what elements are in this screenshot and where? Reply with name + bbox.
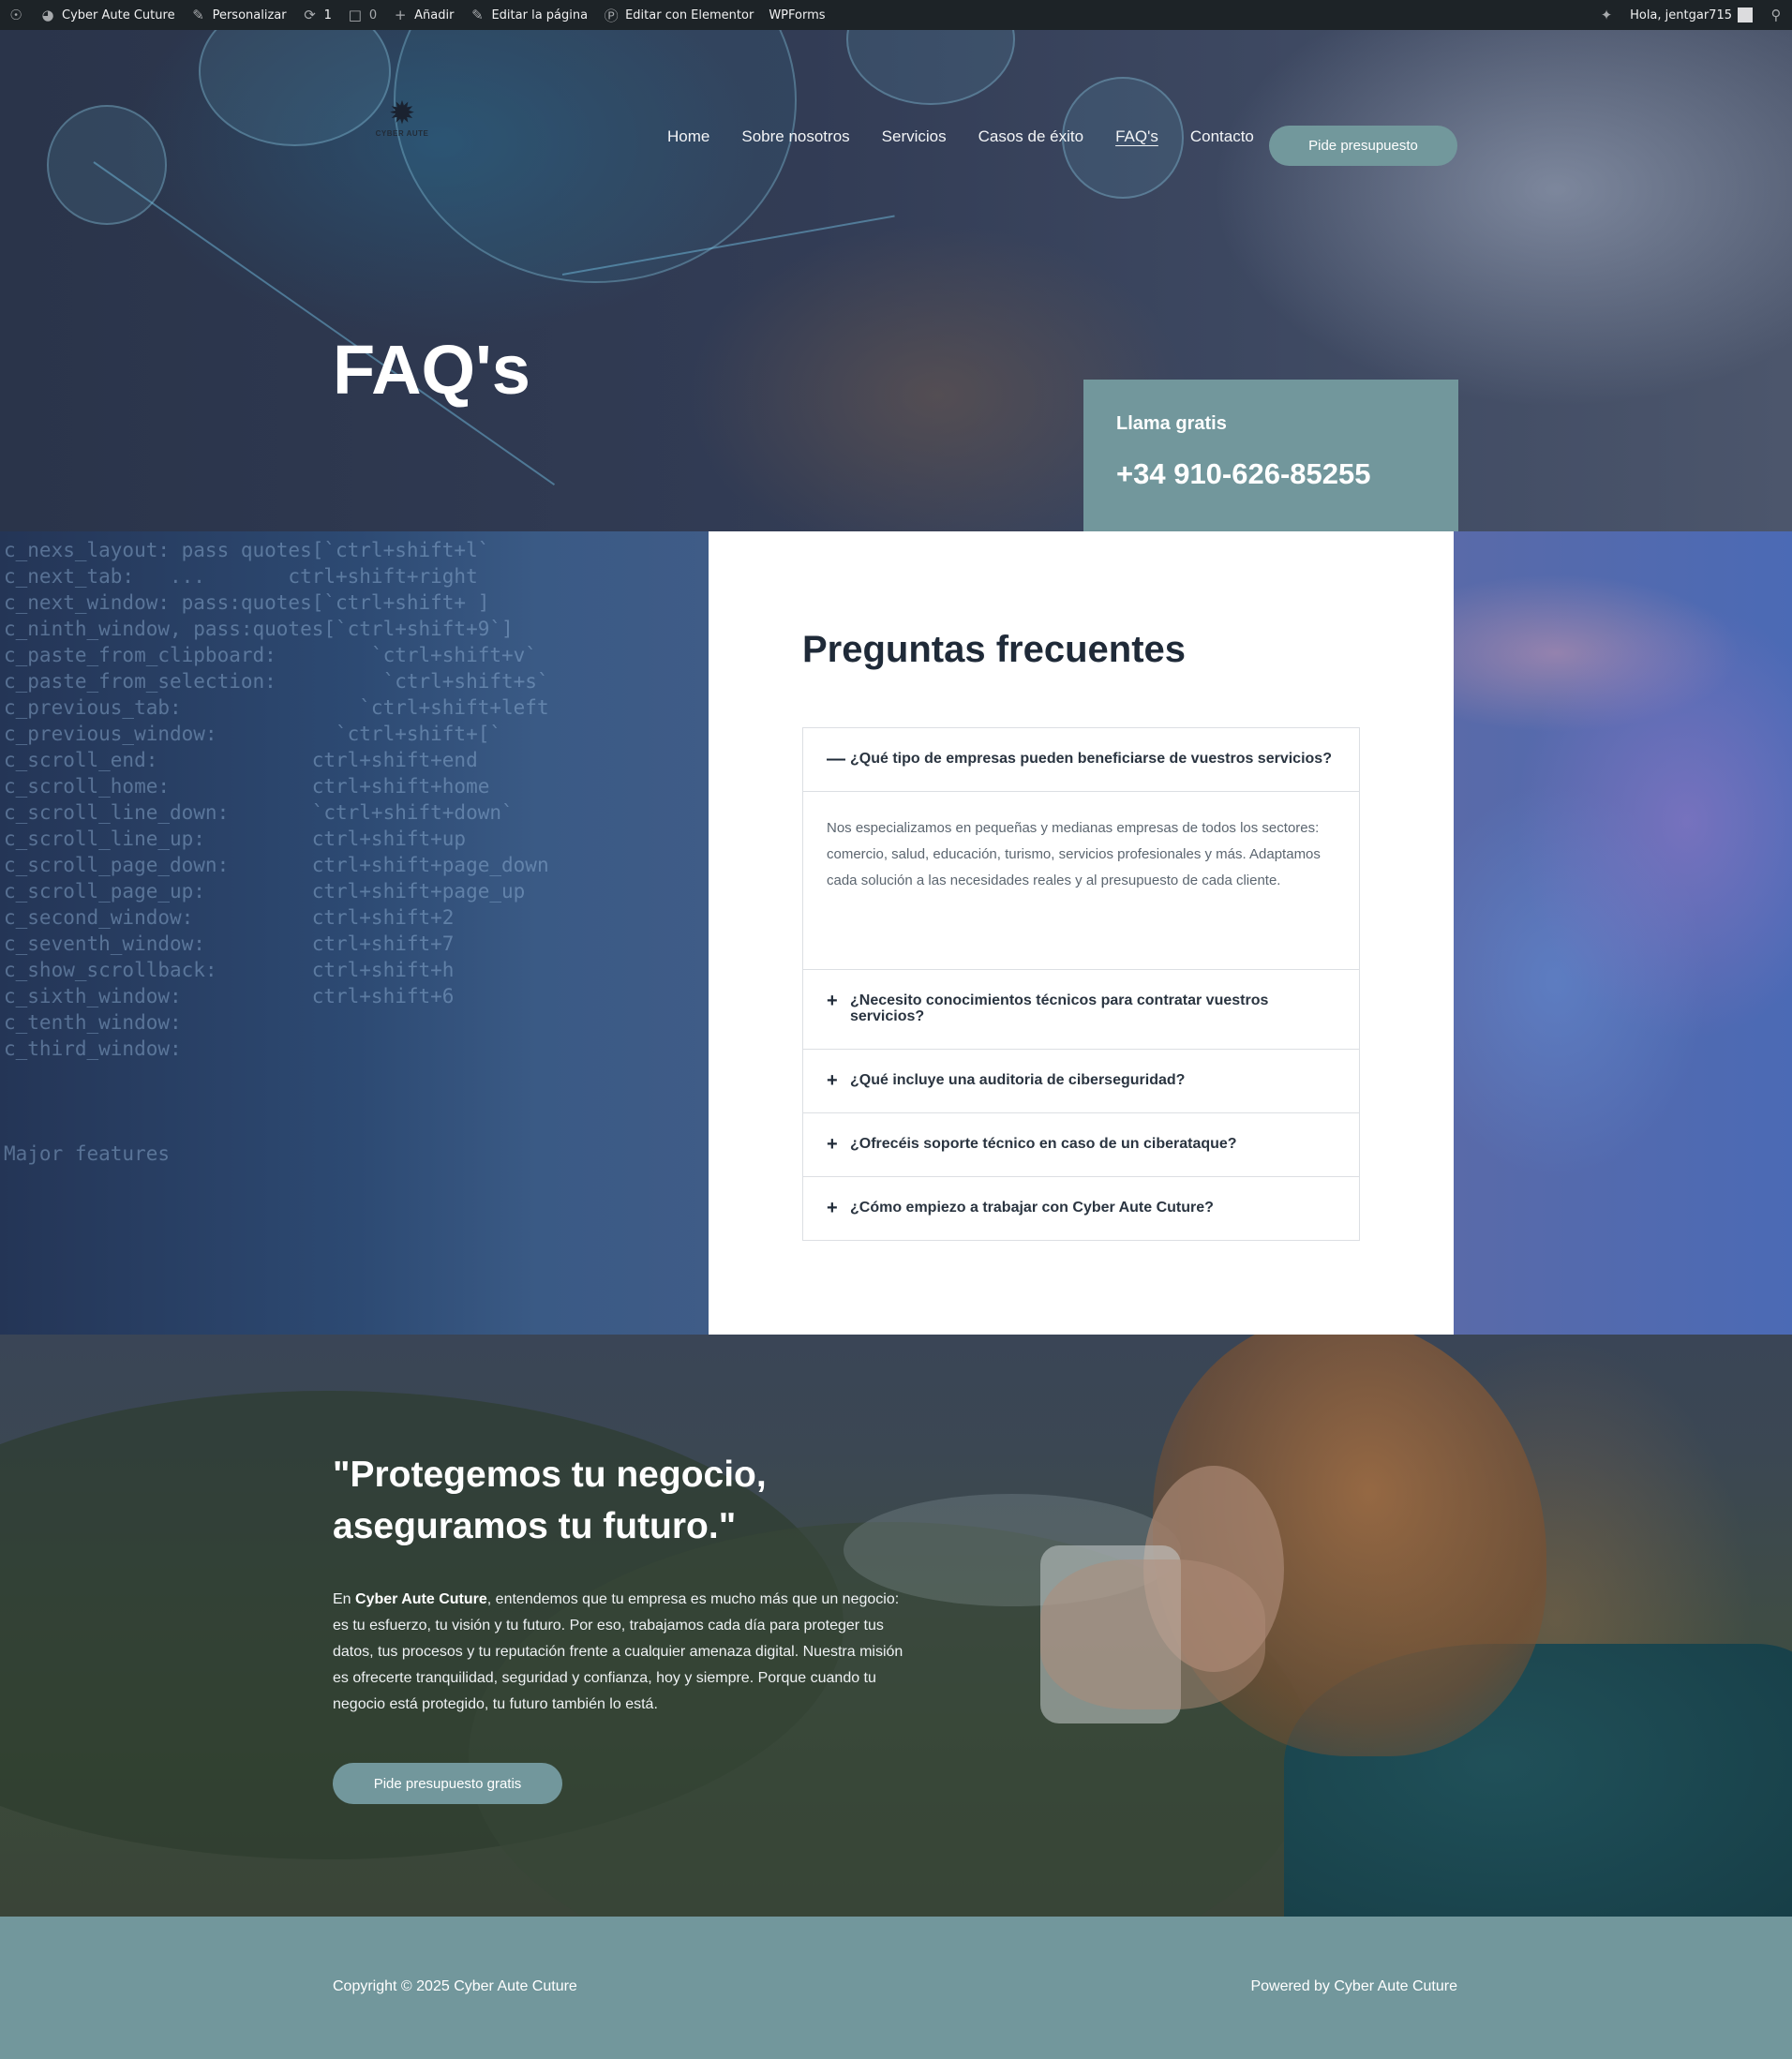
admin-updates[interactable]: ⟳ 1 <box>294 0 339 30</box>
faq-answer: Nos especializamos en pequeñas y mediana… <box>803 791 1359 969</box>
faq-question: ¿Necesito conocimientos técnicos para co… <box>850 992 1269 1024</box>
pencil-icon: ✎ <box>471 7 484 23</box>
copyright-text: Copyright © 2025 Cyber Aute Cuture <box>333 1978 577 1994</box>
faq-question-toggle[interactable]: — ¿Qué tipo de empresas pueden beneficia… <box>803 728 1359 791</box>
nav-home[interactable]: Home <box>667 127 709 146</box>
dashboard-icon: ◕ <box>41 7 54 23</box>
brand-name: Cyber Aute Cuture <box>355 1591 487 1607</box>
hands-decoration <box>1040 1559 1265 1709</box>
footer: Copyright © 2025 Cyber Aute Cuture Power… <box>0 1917 1792 2059</box>
admin-add-new[interactable]: + Añadir <box>384 0 461 30</box>
powered-by-text: Powered by Cyber Aute Cuture <box>1250 1978 1457 1994</box>
faq-item: + ¿Ofrecéis soporte técnico en caso de u… <box>803 1112 1359 1176</box>
page-title: FAQ's <box>333 331 530 409</box>
faq-card: Preguntas frecuentes — ¿Qué tipo de empr… <box>709 531 1454 1335</box>
nav-faqs[interactable]: FAQ's <box>1115 127 1158 146</box>
faq-item: + ¿Cómo empiezo a trabajar con Cyber Aut… <box>803 1176 1359 1240</box>
admin-wpforms[interactable]: WPForms <box>761 0 832 30</box>
plus-icon: + <box>827 991 838 1011</box>
avatar <box>1738 7 1753 22</box>
call-box: Llama gratis +34 910-626-85255 <box>1083 380 1458 531</box>
wordpress-logo-icon[interactable]: ☉ <box>0 0 32 30</box>
faq-accordion: — ¿Qué tipo de empresas pueden beneficia… <box>802 727 1360 1241</box>
faq-section: c_nexs_layout: pass quotes[`ctrl+shift+l… <box>0 531 1792 1335</box>
admin-account[interactable]: Hola, jentgar715 <box>1622 0 1760 30</box>
faq-question-toggle[interactable]: + ¿Qué incluye una auditoria de ciberseg… <box>803 1050 1359 1112</box>
faq-question: ¿Cómo empiezo a trabajar con Cyber Aute … <box>850 1200 1214 1216</box>
admin-comments[interactable]: □ 0 <box>339 0 384 30</box>
main-nav: Home Sobre nosotros Servicios Casos de é… <box>667 127 1286 146</box>
phone-number[interactable]: +34 910-626-85255 <box>1116 457 1458 491</box>
faq-question-toggle[interactable]: + ¿Ofrecéis soporte técnico en caso de u… <box>803 1113 1359 1176</box>
pide-presupuesto-gratis-button[interactable]: Pide presupuesto gratis <box>333 1763 562 1804</box>
globe-icon <box>846 30 1015 105</box>
admin-site-name[interactable]: ◕ Cyber Aute Cuture <box>32 0 183 30</box>
faq-question: ¿Qué incluye una auditoria de cibersegur… <box>850 1072 1186 1088</box>
nav-contacto[interactable]: Contacto <box>1190 127 1254 146</box>
search-icon[interactable]: ⚲ <box>1760 0 1792 30</box>
plus-icon: + <box>827 1134 838 1155</box>
faq-question: ¿Ofrecéis soporte técnico en caso de un … <box>850 1136 1237 1152</box>
nav-casos-de-exito[interactable]: Casos de éxito <box>978 127 1083 146</box>
pide-presupuesto-button[interactable]: Pide presupuesto <box>1269 126 1457 166</box>
admin-edit-page[interactable]: ✎ Editar la página <box>461 0 595 30</box>
faq-item: — ¿Qué tipo de empresas pueden beneficia… <box>803 728 1359 969</box>
logo-emblem-icon: ✹ <box>388 95 416 131</box>
faq-question-toggle[interactable]: + ¿Necesito conocimientos técnicos para … <box>803 970 1359 1049</box>
plus-icon: + <box>394 7 407 23</box>
admin-edit-elementor[interactable]: Ⓟ Editar con Elementor <box>595 0 761 30</box>
faq-item: + ¿Qué incluye una auditoria de ciberseg… <box>803 1049 1359 1112</box>
faq-heading: Preguntas frecuentes <box>802 629 1187 670</box>
nav-sobre-nosotros[interactable]: Sobre nosotros <box>741 127 849 146</box>
quote-paragraph: En Cyber Aute Cuture, entendemos que tu … <box>333 1591 903 1712</box>
gear-icon <box>47 105 167 225</box>
quote-section: "Protegemos tu negocio, aseguramos tu fu… <box>0 1335 1792 1917</box>
admin-customize[interactable]: ✎ Personalizar <box>183 0 294 30</box>
ai-sparkle-icon[interactable]: ✦ <box>1590 0 1622 30</box>
plus-icon: + <box>827 1070 838 1091</box>
minus-icon: — <box>827 749 845 769</box>
faq-question: ¿Qué tipo de empresas pueden beneficiars… <box>850 751 1332 767</box>
code-background-decoration: c_nexs_layout: pass quotes[`ctrl+shift+l… <box>4 539 549 1165</box>
call-label: Llama gratis <box>1116 413 1227 434</box>
faq-item: + ¿Necesito conocimientos técnicos para … <box>803 969 1359 1049</box>
people-icon-bubble <box>199 30 391 146</box>
comment-icon: □ <box>348 7 362 23</box>
plus-icon: + <box>827 1198 838 1218</box>
faq-question-toggle[interactable]: + ¿Cómo empiezo a trabajar con Cyber Aut… <box>803 1177 1359 1240</box>
hero-section: ✹ CYBER AUTE Home Sobre nosotros Servici… <box>0 30 1792 531</box>
brush-icon: ✎ <box>192 7 204 23</box>
shield-glow-decoration <box>394 30 797 283</box>
quote-heading: "Protegemos tu negocio, aseguramos tu fu… <box>333 1455 767 1546</box>
wp-admin-bar: ☉ ◕ Cyber Aute Cuture ✎ Personalizar ⟳ 1 □ 0… <box>0 0 1792 30</box>
site-logo[interactable]: ✹ CYBER AUTE <box>371 86 433 148</box>
updates-icon: ⟳ <box>304 7 316 23</box>
elementor-icon: Ⓟ <box>604 7 619 24</box>
nav-servicios[interactable]: Servicios <box>882 127 947 146</box>
